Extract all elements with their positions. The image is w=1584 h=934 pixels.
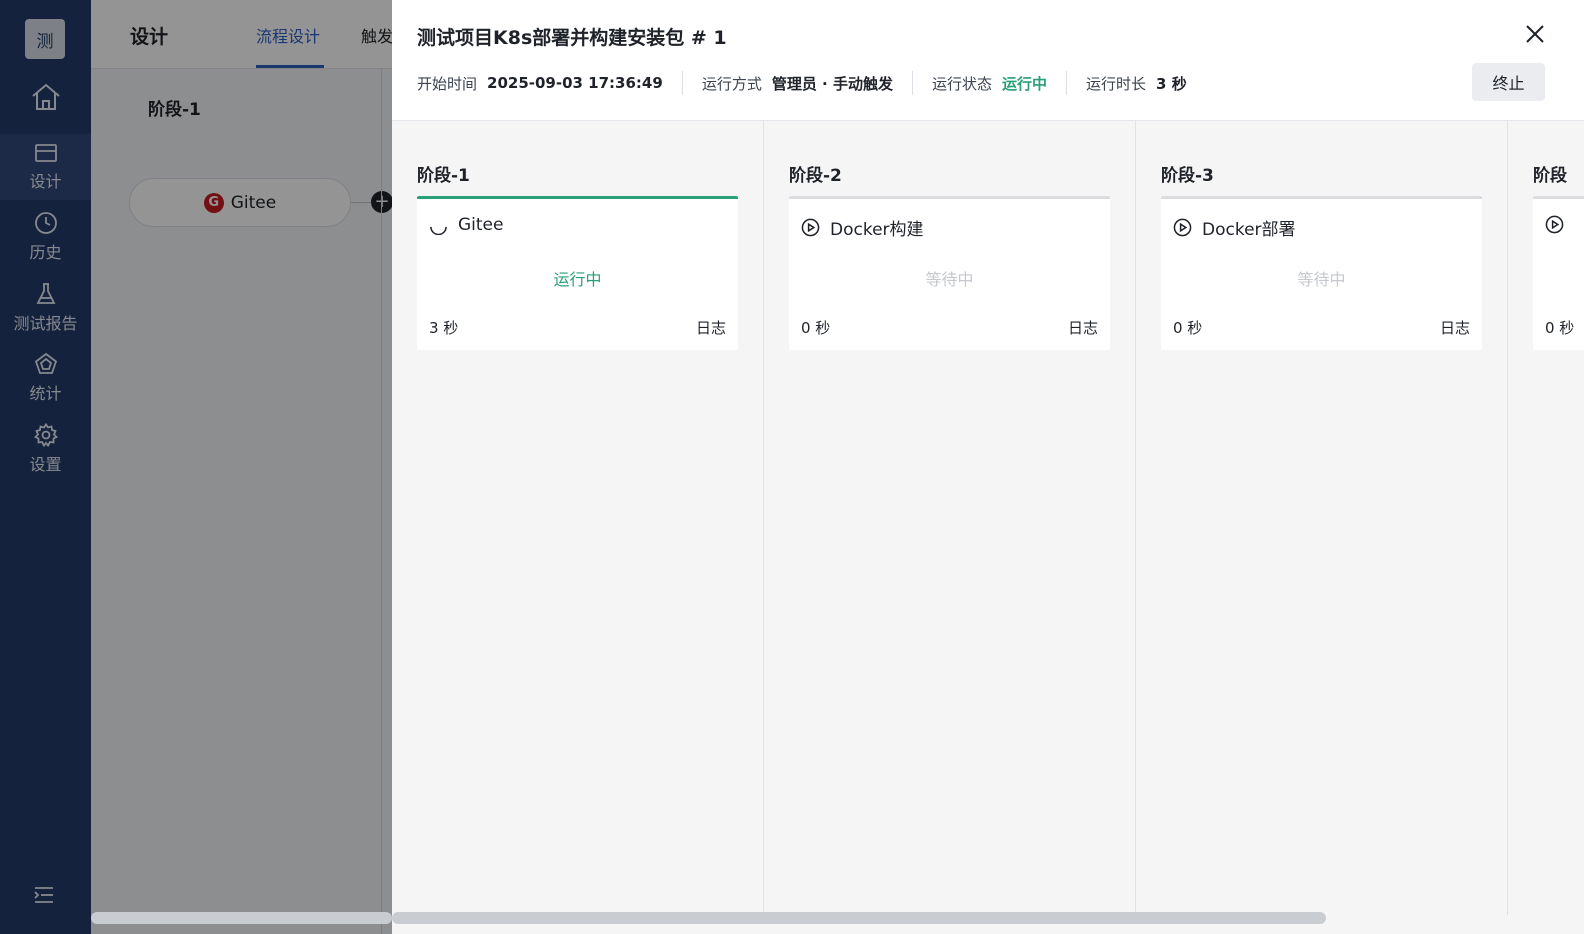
- play-circle-icon: [801, 218, 820, 237]
- page-scrollbar[interactable]: [91, 912, 392, 924]
- job-log-link[interactable]: 日志: [696, 317, 726, 338]
- modal-mask[interactable]: [0, 0, 392, 934]
- job-header: Gitee: [429, 215, 503, 235]
- close-icon: [1526, 25, 1544, 43]
- job-duration: 0 秒: [1173, 319, 1203, 337]
- job-header: Docker部署: [1173, 215, 1296, 240]
- job-name: Docker部署: [1202, 220, 1296, 240]
- stage-column: 阶段 0 秒: [1508, 121, 1584, 915]
- job-name: Gitee: [458, 215, 504, 235]
- loading-spinner-icon: [429, 216, 448, 235]
- job-status: 运行中: [553, 270, 602, 289]
- stop-button[interactable]: 终止: [1472, 63, 1545, 101]
- job-name: Docker构建: [830, 220, 924, 240]
- job-log-link[interactable]: 日志: [1068, 317, 1098, 338]
- job-header: Docker构建: [801, 215, 924, 240]
- start-time-value: 2025-09-03 17:36:49: [487, 74, 663, 92]
- stage-name: 阶段-1: [417, 166, 470, 186]
- run-status-value: 运行中: [1002, 74, 1048, 93]
- run-meta: 开始时间 2025-09-03 17:36:49 运行方式 管理员 · 手动触发…: [417, 71, 1187, 95]
- stages-board: 阶段-1 Gitee 运行中 3 秒 日志 阶段-2 Docker构建 等待中 …: [392, 120, 1584, 934]
- job-card[interactable]: Gitee 运行中 3 秒 日志: [417, 196, 738, 350]
- meta-divider: [681, 71, 683, 95]
- run-duration-value: 3 秒: [1156, 74, 1187, 93]
- meta-divider: [1066, 71, 1068, 95]
- run-detail-drawer: 测试项目K8s部署并构建安装包 # 1 开始时间 2025-09-03 17:3…: [392, 0, 1584, 934]
- run-duration-label: 运行时长: [1086, 74, 1147, 93]
- stage-name: 阶段-3: [1161, 166, 1214, 186]
- job-card[interactable]: Docker部署 等待中 0 秒 日志: [1161, 196, 1482, 350]
- job-log-link[interactable]: 日志: [1440, 317, 1470, 338]
- job-status: 等待中: [1297, 270, 1346, 289]
- drawer-scrollbar[interactable]: [392, 912, 1326, 924]
- stage-column: 阶段-3 Docker部署 等待中 0 秒 日志: [1136, 121, 1508, 915]
- job-duration: 0 秒: [801, 319, 831, 337]
- play-circle-icon: [1545, 215, 1564, 234]
- run-mode-label: 运行方式: [701, 74, 762, 93]
- run-mode-value: 管理员 · 手动触发: [771, 74, 893, 93]
- stage-name: 阶段: [1533, 166, 1567, 186]
- job-status: 等待中: [925, 270, 974, 289]
- job-header: [1545, 215, 1574, 234]
- meta-divider: [911, 71, 913, 95]
- close-button[interactable]: [1523, 22, 1547, 46]
- drawer-title: 测试项目K8s部署并构建安装包 # 1: [417, 27, 727, 49]
- stage-column: 阶段-2 Docker构建 等待中 0 秒 日志: [764, 121, 1136, 915]
- run-status-label: 运行状态: [931, 74, 992, 93]
- job-duration: 0 秒: [1545, 319, 1575, 337]
- job-duration: 3 秒: [429, 319, 459, 337]
- play-circle-icon: [1173, 218, 1192, 237]
- stage-column: 阶段-1 Gitee 运行中 3 秒 日志: [392, 121, 764, 915]
- start-time-label: 开始时间: [417, 74, 478, 93]
- job-card[interactable]: Docker构建 等待中 0 秒 日志: [789, 196, 1110, 350]
- stage-name: 阶段-2: [789, 166, 842, 186]
- job-card[interactable]: 0 秒: [1533, 196, 1584, 350]
